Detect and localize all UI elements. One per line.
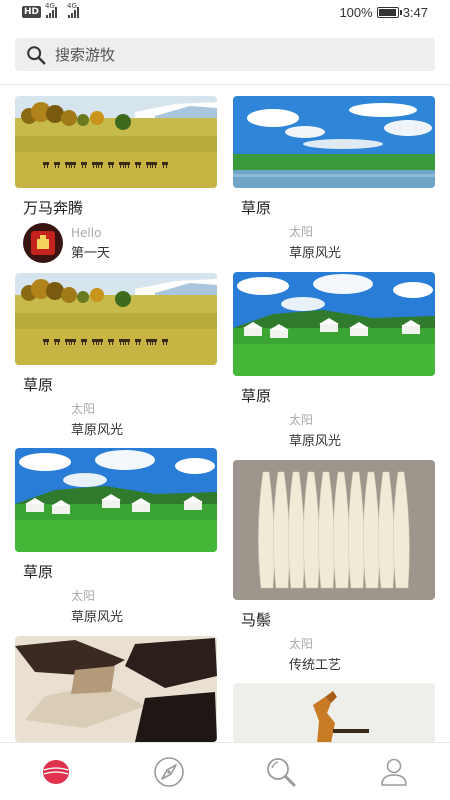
card-author: 太阳: [289, 225, 314, 239]
nav-profile[interactable]: [338, 743, 450, 800]
card-meta: 太阳 传统工艺: [233, 635, 435, 673]
feed-card[interactable]: 马鬃太阳传统工艺: [233, 460, 435, 673]
card-title: 草原: [241, 387, 272, 405]
card-author: 太阳: [289, 413, 314, 427]
search-input[interactable]: [55, 45, 415, 64]
nav-home[interactable]: [0, 743, 113, 800]
card-meta: 太阳 草原风光: [15, 400, 217, 438]
battery-percent: 100%: [339, 5, 373, 20]
battery-icon: [376, 7, 402, 18]
signal-icon: 4G: [45, 2, 58, 18]
feed-card[interactable]: 草原太阳草原风光: [15, 448, 217, 625]
feed-card[interactable]: [15, 636, 217, 742]
nav-search[interactable]: [225, 743, 338, 800]
nav-discover[interactable]: [113, 743, 226, 800]
profile-icon: [380, 758, 407, 786]
feed-card[interactable]: [233, 683, 435, 742]
search-icon: [27, 45, 46, 64]
status-bar: HD 4G 4G 100% 3:47: [0, 0, 450, 28]
card-image[interactable]: [233, 683, 435, 742]
feed-card[interactable]: 草原太阳草原风光: [233, 272, 435, 449]
card-subtitle: 草原风光: [71, 423, 124, 438]
card-subtitle: 草原风光: [289, 434, 342, 449]
clock: 3:47: [402, 5, 428, 20]
card-image[interactable]: [15, 636, 217, 742]
home-icon: [43, 759, 70, 784]
search-icon: [267, 757, 296, 786]
card-subtitle: 传统工艺: [289, 658, 342, 673]
feed-card[interactable]: 草原太阳草原风光: [233, 96, 435, 261]
card-image[interactable]: [15, 96, 217, 188]
bottom-nav: [0, 742, 450, 800]
card-image[interactable]: [233, 272, 435, 376]
card-author: Hello: [71, 225, 102, 240]
card-author: 太阳: [71, 402, 96, 416]
hd-badge: HD: [22, 6, 42, 18]
compass-icon: [153, 756, 184, 787]
card-subtitle: 草原风光: [289, 246, 342, 261]
content-feed[interactable]: 万马奔腾 Hello 第一天 草原 太阳 草原风光 草原 太阳 草原风光 草原 太阳 草原风光 草原 太阳…: [0, 84, 450, 742]
card-image[interactable]: [15, 273, 217, 365]
card-image[interactable]: [233, 96, 435, 188]
card-image[interactable]: [15, 448, 217, 552]
search-bar[interactable]: [15, 38, 435, 71]
feed-card[interactable]: 草原太阳草原风光: [15, 273, 217, 438]
card-meta: 太阳 草原风光: [233, 223, 435, 261]
signal-icon: 4G: [67, 2, 80, 18]
feed-card[interactable]: 万马奔腾 Hello 第一天: [15, 96, 217, 263]
card-author: 太阳: [71, 589, 96, 603]
card-title: 草原: [23, 563, 54, 581]
card-meta: 太阳 草原风光: [233, 411, 435, 449]
card-title: 马鬃: [241, 611, 272, 629]
card-meta: Hello 第一天: [15, 223, 217, 263]
card-title: 草原: [241, 199, 272, 217]
card-image[interactable]: [233, 460, 435, 600]
avatar[interactable]: [23, 223, 63, 263]
card-author: 太阳: [289, 637, 314, 651]
status-bar-left: HD 4G 4G: [22, 2, 80, 18]
card-title: 万马奔腾: [23, 199, 84, 217]
card-meta: 太阳 草原风光: [15, 587, 217, 625]
card-subtitle: 第一天: [71, 245, 111, 261]
card-title: 草原: [23, 376, 54, 394]
status-bar-right: 100% 3:47: [339, 5, 428, 20]
card-subtitle: 草原风光: [71, 610, 124, 625]
